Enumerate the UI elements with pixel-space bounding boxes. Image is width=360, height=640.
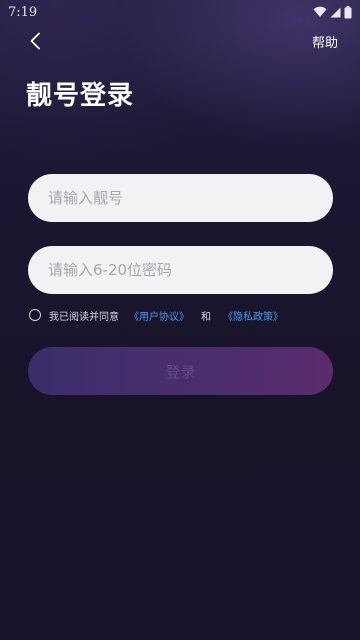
top-bar: 帮助 bbox=[0, 24, 360, 58]
status-time: 7:19 bbox=[8, 4, 38, 20]
help-link[interactable]: 帮助 bbox=[312, 32, 338, 51]
status-icons bbox=[313, 5, 352, 19]
login-button[interactable]: 登录 bbox=[28, 347, 333, 395]
battery-icon bbox=[344, 5, 352, 18]
chevron-left-icon bbox=[30, 32, 40, 50]
agreement-radio[interactable] bbox=[29, 309, 41, 321]
privacy-policy-link[interactable]: 《隐私政策》 bbox=[223, 308, 283, 323]
wifi-icon bbox=[313, 6, 327, 18]
page-title: 靓号登录 bbox=[26, 81, 135, 111]
signal-icon bbox=[330, 7, 341, 17]
account-input-wrapper bbox=[28, 174, 333, 222]
status-bar: 7:19 bbox=[0, 0, 360, 24]
agreement-row: 我已阅读并同意 《用户协议》 和 《隐私政策》 bbox=[29, 307, 283, 323]
account-input[interactable] bbox=[48, 189, 313, 207]
back-button[interactable] bbox=[22, 28, 48, 54]
user-agreement-link[interactable]: 《用户协议》 bbox=[129, 308, 189, 323]
agreement-text: 我已阅读并同意 bbox=[49, 311, 119, 323]
password-input-wrapper bbox=[28, 246, 333, 294]
agreement-and: 和 bbox=[201, 311, 211, 323]
password-input[interactable] bbox=[48, 261, 313, 279]
